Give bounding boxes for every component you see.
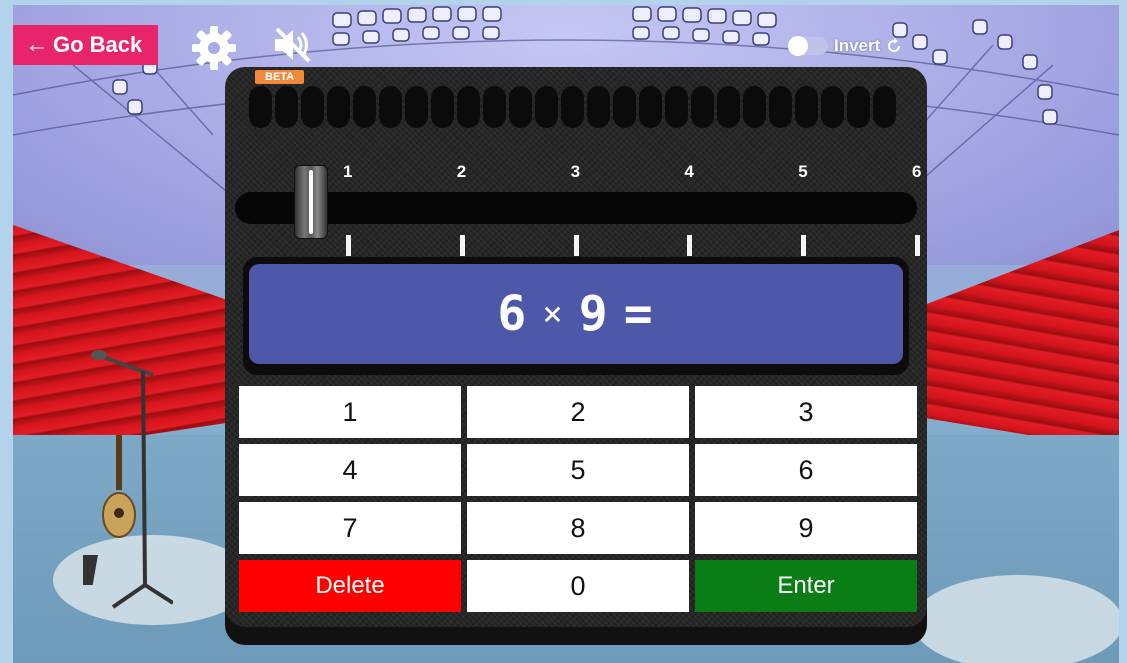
back-arrow-icon: ← <box>25 31 49 58</box>
equals-sign: = <box>623 286 655 342</box>
slider-tick <box>459 235 465 256</box>
key-9[interactable]: 9 <box>695 502 917 554</box>
key-8[interactable]: 8 <box>467 502 689 554</box>
slider-tick-label: 4 <box>684 162 694 181</box>
difficulty-slider-handle[interactable] <box>294 165 328 239</box>
enter-button[interactable]: Enter <box>695 560 917 612</box>
gear-icon[interactable] <box>191 25 237 71</box>
guitar-icon <box>102 435 136 538</box>
invert-toggle[interactable] <box>788 36 828 56</box>
difficulty-slider-track[interactable] <box>235 192 917 224</box>
progress-light <box>301 86 324 128</box>
slider-tick-label: 5 <box>798 162 808 181</box>
operator: × <box>542 294 565 334</box>
progress-lights <box>249 86 896 128</box>
slider-tick <box>915 235 920 256</box>
key-0[interactable]: 0 <box>467 560 689 612</box>
progress-light <box>535 86 558 128</box>
progress-light <box>665 86 688 128</box>
progress-light <box>639 86 662 128</box>
key-1[interactable]: 1 <box>239 386 461 438</box>
slider-tick-label: 3 <box>570 162 581 181</box>
slider-tick-label: 2 <box>456 162 467 181</box>
progress-light <box>275 86 298 128</box>
operand-left: 6 <box>497 286 529 342</box>
key-3[interactable]: 3 <box>695 386 917 438</box>
progress-light <box>743 86 766 128</box>
slider-tick-label: 6 <box>912 162 922 181</box>
slider-tick-label: 1 <box>343 162 353 181</box>
progress-light <box>821 86 844 128</box>
progress-light <box>457 86 480 128</box>
progress-light <box>873 86 896 128</box>
progress-light <box>405 86 428 128</box>
key-5[interactable]: 5 <box>467 444 689 496</box>
slider-tick <box>687 235 693 256</box>
progress-light <box>483 86 506 128</box>
progress-light <box>795 86 818 128</box>
invert-label: Invert <box>834 36 881 55</box>
problem-display-inner: 6 × 9 = <box>249 264 903 364</box>
go-back-label: Go Back <box>53 32 143 57</box>
progress-light <box>587 86 610 128</box>
progress-light <box>769 86 792 128</box>
math-device: BETA 123456 6 × 9 = 1 2 3 4 5 6 7 8 9 De… <box>225 67 927 645</box>
problem-text: 6 × 9 = <box>497 286 654 342</box>
progress-light <box>561 86 584 128</box>
game-stage: ← Go Back Invert BETA 1 2 3 4 5 6 6 × 9 … <box>13 5 1119 663</box>
go-back-button[interactable]: ← Go Back <box>13 25 159 65</box>
progress-light <box>613 86 636 128</box>
delete-button[interactable]: Delete <box>239 560 461 612</box>
progress-light <box>249 86 272 128</box>
speaker-muted-icon[interactable] <box>271 25 315 65</box>
invert-toggle-knob <box>788 36 808 56</box>
progress-light <box>353 86 376 128</box>
slider-tick <box>801 235 807 256</box>
operand-right: 9 <box>578 286 610 342</box>
problem-display: 6 × 9 = <box>243 257 909 375</box>
key-4[interactable]: 4 <box>239 444 461 496</box>
number-keypad: 1 2 3 4 5 6 7 8 9 Delete 0 Enter <box>239 386 919 612</box>
progress-light <box>379 86 402 128</box>
beta-badge: BETA <box>255 70 305 84</box>
progress-light <box>431 86 454 128</box>
key-7[interactable]: 7 <box>239 502 461 554</box>
invert-control[interactable]: Invert <box>788 36 902 56</box>
key-2[interactable]: 2 <box>467 386 689 438</box>
slider-tick <box>573 235 579 256</box>
progress-light <box>509 86 532 128</box>
progress-light <box>847 86 870 128</box>
progress-light <box>327 86 350 128</box>
rotate-icon <box>888 38 901 52</box>
progress-light <box>691 86 714 128</box>
spotlight-right <box>913 575 1119 663</box>
slider-tick <box>346 235 351 256</box>
progress-light <box>717 86 740 128</box>
key-6[interactable]: 6 <box>695 444 917 496</box>
